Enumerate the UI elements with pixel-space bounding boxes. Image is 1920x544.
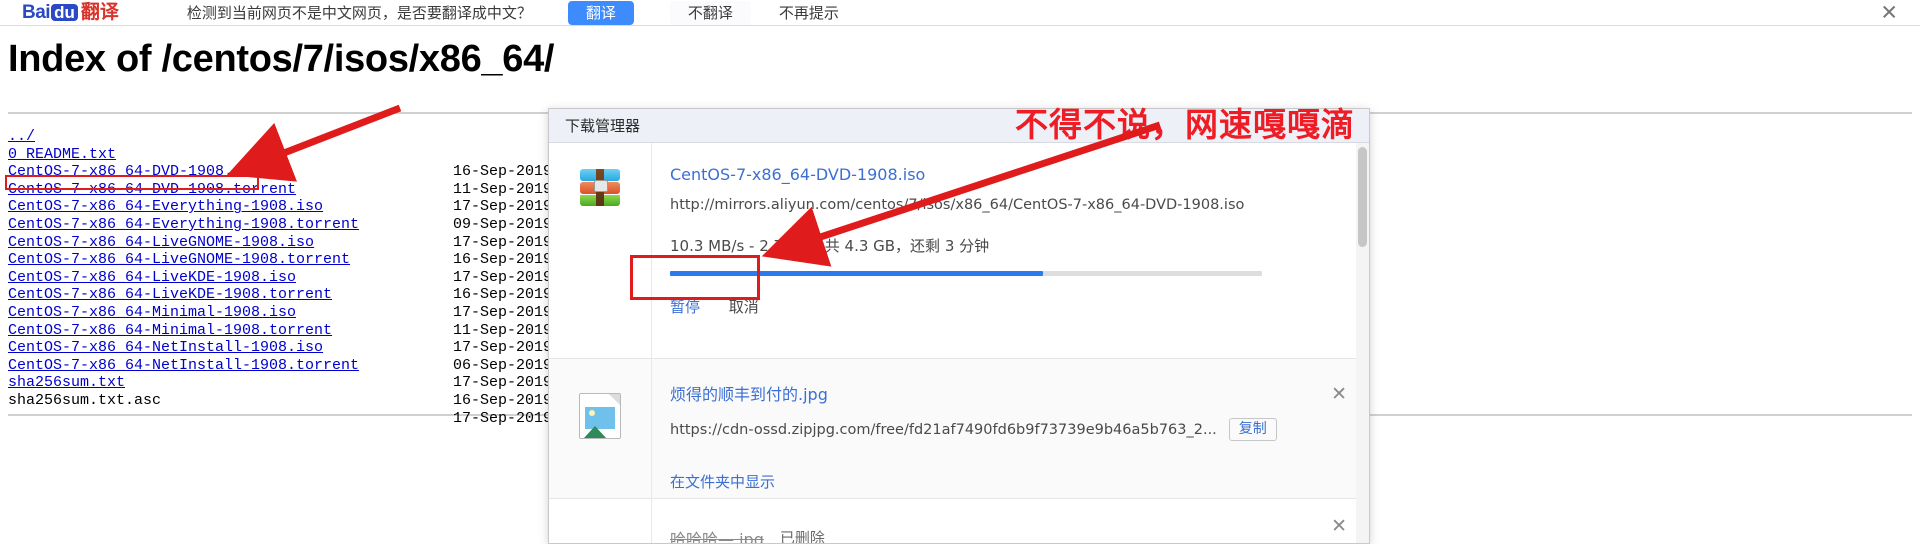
download-manager-panel: 下载管理器 CentOS-7-x86_64-DVD-1908.iso http:…	[548, 108, 1370, 544]
annotation-speed-highlight-box	[630, 255, 760, 300]
listing-row: sha256sum.txt 17-Sep-2019 12:	[8, 374, 588, 392]
listing-file-link[interactable]: CentOS-7-x86_64-Minimal-1908.iso	[8, 304, 296, 321]
listing-row: 0_README.txt	[8, 146, 359, 164]
baidu-logo-fanyi: 翻译	[80, 2, 119, 23]
cancel-button[interactable]: 取消	[729, 298, 759, 316]
listing-file-link[interactable]: CentOS-7-x86_64-NetInstall-1908.iso	[8, 339, 323, 356]
listing-row: CentOS-7-x86_64-NetInstall-1908.torrent 0…	[8, 357, 588, 375]
listing-file-link[interactable]: CentOS-7-x86_64-Everything-1908.iso	[8, 198, 323, 215]
download-file-name[interactable]: 哈哈哈—.jpg	[670, 526, 764, 544]
baidu-logo: Bai du 翻译	[22, 3, 119, 22]
listing-row: CentOS-7-x86_64-Everything-1908.iso 17-Se…	[8, 198, 588, 216]
download-file-url: http://mirrors.aliyun.com/centos/7/isos/…	[670, 197, 1245, 213]
listing-row: CentOS-7-x86_64-NetInstall-1908.iso 17-Se…	[8, 339, 588, 357]
listing-file-link[interactable]: CentOS-7-x86_64-LiveGNOME-1908.torrent	[8, 251, 350, 268]
rar-archive-icon	[580, 169, 620, 206]
download-manager-list[interactable]: CentOS-7-x86_64-DVD-1908.iso http://mirr…	[549, 143, 1369, 544]
show-in-folder-link[interactable]: 在文件夹中显示	[670, 471, 1369, 492]
listing-row: sha256sum.txt.asc 16-Sep-2019 20:	[8, 391, 588, 410]
listing-file-link[interactable]: CentOS-7-x86_64-LiveKDE-1908.iso	[8, 269, 296, 286]
panel-scrollbar-thumb[interactable]	[1358, 147, 1367, 247]
download-item[interactable]: 烦得的顺丰到付的.jpg https://cdn-ossd.zipjpg.com…	[549, 359, 1369, 499]
download-file-name[interactable]: CentOS-7-x86_64-DVD-1908.iso	[670, 165, 1369, 184]
listing-file-link[interactable]: ../	[8, 128, 35, 145]
close-icon[interactable]: ✕	[1331, 385, 1347, 404]
baidu-logo-du: du	[51, 4, 78, 21]
translate-button[interactable]: 翻译	[567, 0, 634, 25]
copy-url-button[interactable]: 复制	[1228, 418, 1277, 441]
download-item-details: 烦得的顺丰到付的.jpg https://cdn-ossd.zipjpg.com…	[652, 359, 1369, 498]
download-file-name[interactable]: 烦得的顺丰到付的.jpg	[670, 381, 1369, 405]
listing-file-link[interactable]: CentOS-7-x86_64-Minimal-1908.torrent	[8, 322, 332, 339]
image-file-icon	[579, 393, 621, 439]
download-deleted-label: 已删除	[779, 530, 825, 544]
listing-row: CentOS-7-x86_64-LiveKDE-1908.iso 17-Sep-2…	[8, 269, 588, 287]
download-item[interactable]: CentOS-7-x86_64-DVD-1908.iso http://mirr…	[549, 143, 1369, 359]
listing-row: CentOS-7-x86_64-LiveKDE-1908.torrent 16-S…	[8, 286, 588, 304]
download-manager-title: 下载管理器	[565, 117, 641, 135]
baidu-logo-bai: Bai	[22, 2, 51, 23]
page-title: Index of /centos/7/isos/x86_64/	[8, 38, 555, 80]
pause-button[interactable]: 暂停	[670, 298, 700, 316]
never-prompt-link[interactable]: 不再提示	[779, 2, 839, 23]
highlight-box-dvd-iso	[5, 175, 259, 190]
download-item-details: CentOS-7-x86_64-DVD-1908.iso http://mirr…	[652, 143, 1369, 358]
download-item-icon-cell	[549, 359, 652, 498]
listing-file-link[interactable]: 0_README.txt	[8, 146, 116, 163]
listing-file-link[interactable]: CentOS-7-x86_64-LiveGNOME-1908.iso	[8, 234, 314, 251]
no-translate-button[interactable]: 不翻译	[669, 0, 751, 25]
listing-row: CentOS-7-x86_64-LiveGNOME-1908.iso 17-Sep…	[8, 234, 588, 252]
listing-file-link: sha256sum.txt.asc	[8, 391, 162, 409]
listing-row: CentOS-7-x86_64-Minimal-1908.torrent 11-S…	[8, 322, 588, 340]
baidu-translate-bar: Bai du 翻译 检测到当前网页不是中文网页，是否要翻译成中文？ 翻译 不翻译 不…	[0, 0, 1920, 26]
listing-file-link[interactable]: CentOS-7-x86_64-Everything-1908.torrent	[8, 216, 359, 233]
download-url-row: https://cdn-ossd.zipjpg.com/free/fd21af7…	[670, 418, 1369, 441]
listing-file-link[interactable]: CentOS-7-x86_64-NetInstall-1908.torrent	[8, 357, 359, 374]
annotation-note-text: 不得不说，网速嘎嘎滴	[1015, 105, 1355, 144]
listing-row: CentOS-7-x86_64-LiveGNOME-1908.torrent 16…	[8, 251, 588, 269]
translate-prompt-message: 检测到当前网页不是中文网页，是否要翻译成中文？	[186, 4, 532, 22]
close-icon[interactable]: ✕	[1331, 517, 1347, 536]
listing-row: 17-Sep-2019 12:	[8, 410, 588, 428]
listing-row: ../	[8, 128, 359, 146]
download-status-text: 10.3 MB/s - 2.7 GB，共 4.3 GB，还剩 3 分钟	[670, 237, 990, 255]
download-item-details: 哈哈哈—.jpg 已删除	[652, 499, 1369, 544]
download-item-icon-cell	[549, 499, 652, 543]
listing-row: CentOS-7-x86_64-Minimal-1908.iso 17-Sep-2…	[8, 304, 588, 322]
listing-row: CentOS-7-x86_64-Everything-1908.torrent 0…	[8, 216, 588, 234]
listing-file-link[interactable]: sha256sum.txt	[8, 374, 125, 391]
close-icon[interactable]: ✕	[1880, 2, 1898, 23]
download-file-url: https://cdn-ossd.zipjpg.com/free/fd21af7…	[670, 421, 1217, 438]
download-item[interactable]: 哈哈哈—.jpg 已删除 ✕	[549, 499, 1369, 544]
download-item-actions: 暂停 取消	[670, 296, 1369, 317]
listing-file-link[interactable]: CentOS-7-x86_64-LiveKDE-1908.torrent	[8, 286, 332, 303]
directory-listing: ../0_README.txt CentOS-7-x86_64-DVD-1908.…	[8, 128, 588, 428]
download-item-icon-cell	[549, 143, 652, 358]
panel-scrollbar-track[interactable]	[1356, 143, 1369, 543]
